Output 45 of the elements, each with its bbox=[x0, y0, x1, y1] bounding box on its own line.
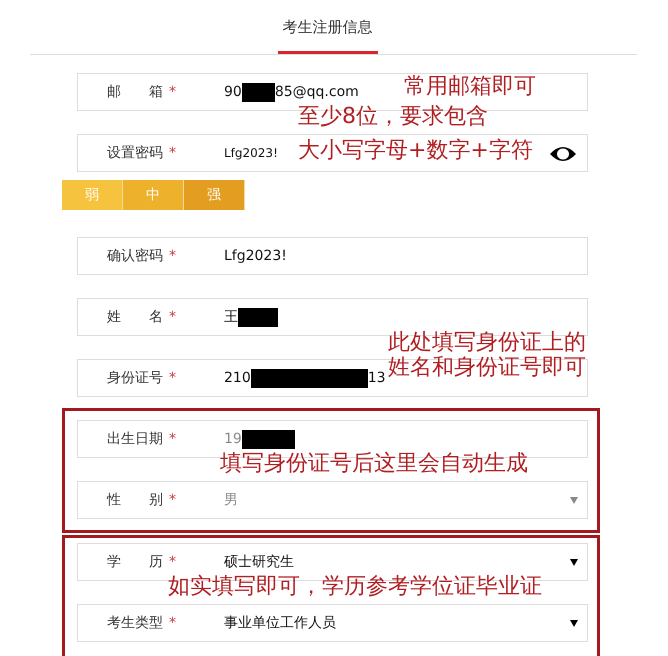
field-label: 性别 bbox=[107, 491, 163, 509]
field-value: 85@qq.com bbox=[274, 84, 359, 100]
redaction-block bbox=[242, 82, 275, 102]
strength-segment: 中 bbox=[123, 180, 184, 210]
required-mark: * bbox=[169, 431, 177, 447]
redaction-block bbox=[238, 308, 278, 326]
required-mark: * bbox=[169, 84, 177, 100]
input-field[interactable]: 确认密码 * Lfg2023! bbox=[77, 237, 588, 275]
required-mark: * bbox=[169, 309, 177, 325]
strength-segment: 强 bbox=[184, 180, 245, 210]
field-label: 学历 bbox=[107, 553, 163, 571]
field-label: 设置密码 bbox=[107, 144, 163, 162]
annotation-text: 姓名和身份证号即可 bbox=[388, 357, 586, 379]
field-label: 邮箱 bbox=[107, 83, 163, 101]
required-mark: * bbox=[169, 370, 177, 386]
required-mark: * bbox=[169, 554, 177, 570]
annotation-text: 大小写字母+数字+字符 bbox=[298, 140, 533, 162]
form-tab[interactable]: 考生注册信息 bbox=[278, 0, 378, 54]
eye-icon[interactable] bbox=[549, 145, 577, 163]
field-value: 硕士研究生 bbox=[224, 553, 294, 571]
caret-icon bbox=[570, 620, 578, 627]
field-value: 13 bbox=[368, 370, 386, 386]
field-label: 确认密码 bbox=[107, 247, 163, 265]
field-label: 身份证号 bbox=[107, 369, 163, 387]
field-label: 出生日期 bbox=[107, 430, 163, 448]
required-mark: * bbox=[169, 492, 177, 508]
field-value: 210 bbox=[224, 370, 251, 386]
annotation-text: 常用邮箱即可 bbox=[404, 76, 536, 98]
field-value: 19 bbox=[224, 431, 242, 447]
strength-segment: 弱 bbox=[62, 180, 123, 210]
field-value: Lfg2023! bbox=[224, 248, 287, 264]
field-label: 考生类型 bbox=[107, 614, 163, 632]
field-value: 事业单位工作人员 bbox=[224, 614, 336, 632]
field-value: 王 bbox=[224, 308, 238, 326]
select-field[interactable]: 考生类型 * 事业单位工作人员 bbox=[77, 604, 588, 642]
required-mark: * bbox=[169, 248, 177, 264]
field-value: 男 bbox=[224, 491, 238, 509]
caret-icon bbox=[570, 559, 578, 566]
field-label: 姓名 bbox=[107, 308, 163, 326]
redaction-block bbox=[242, 430, 295, 448]
caret-icon bbox=[570, 497, 578, 504]
required-mark: * bbox=[169, 615, 177, 631]
required-mark: * bbox=[169, 145, 177, 161]
field-value: 90 bbox=[224, 84, 242, 100]
field-value: Lfg2023! bbox=[224, 146, 278, 160]
